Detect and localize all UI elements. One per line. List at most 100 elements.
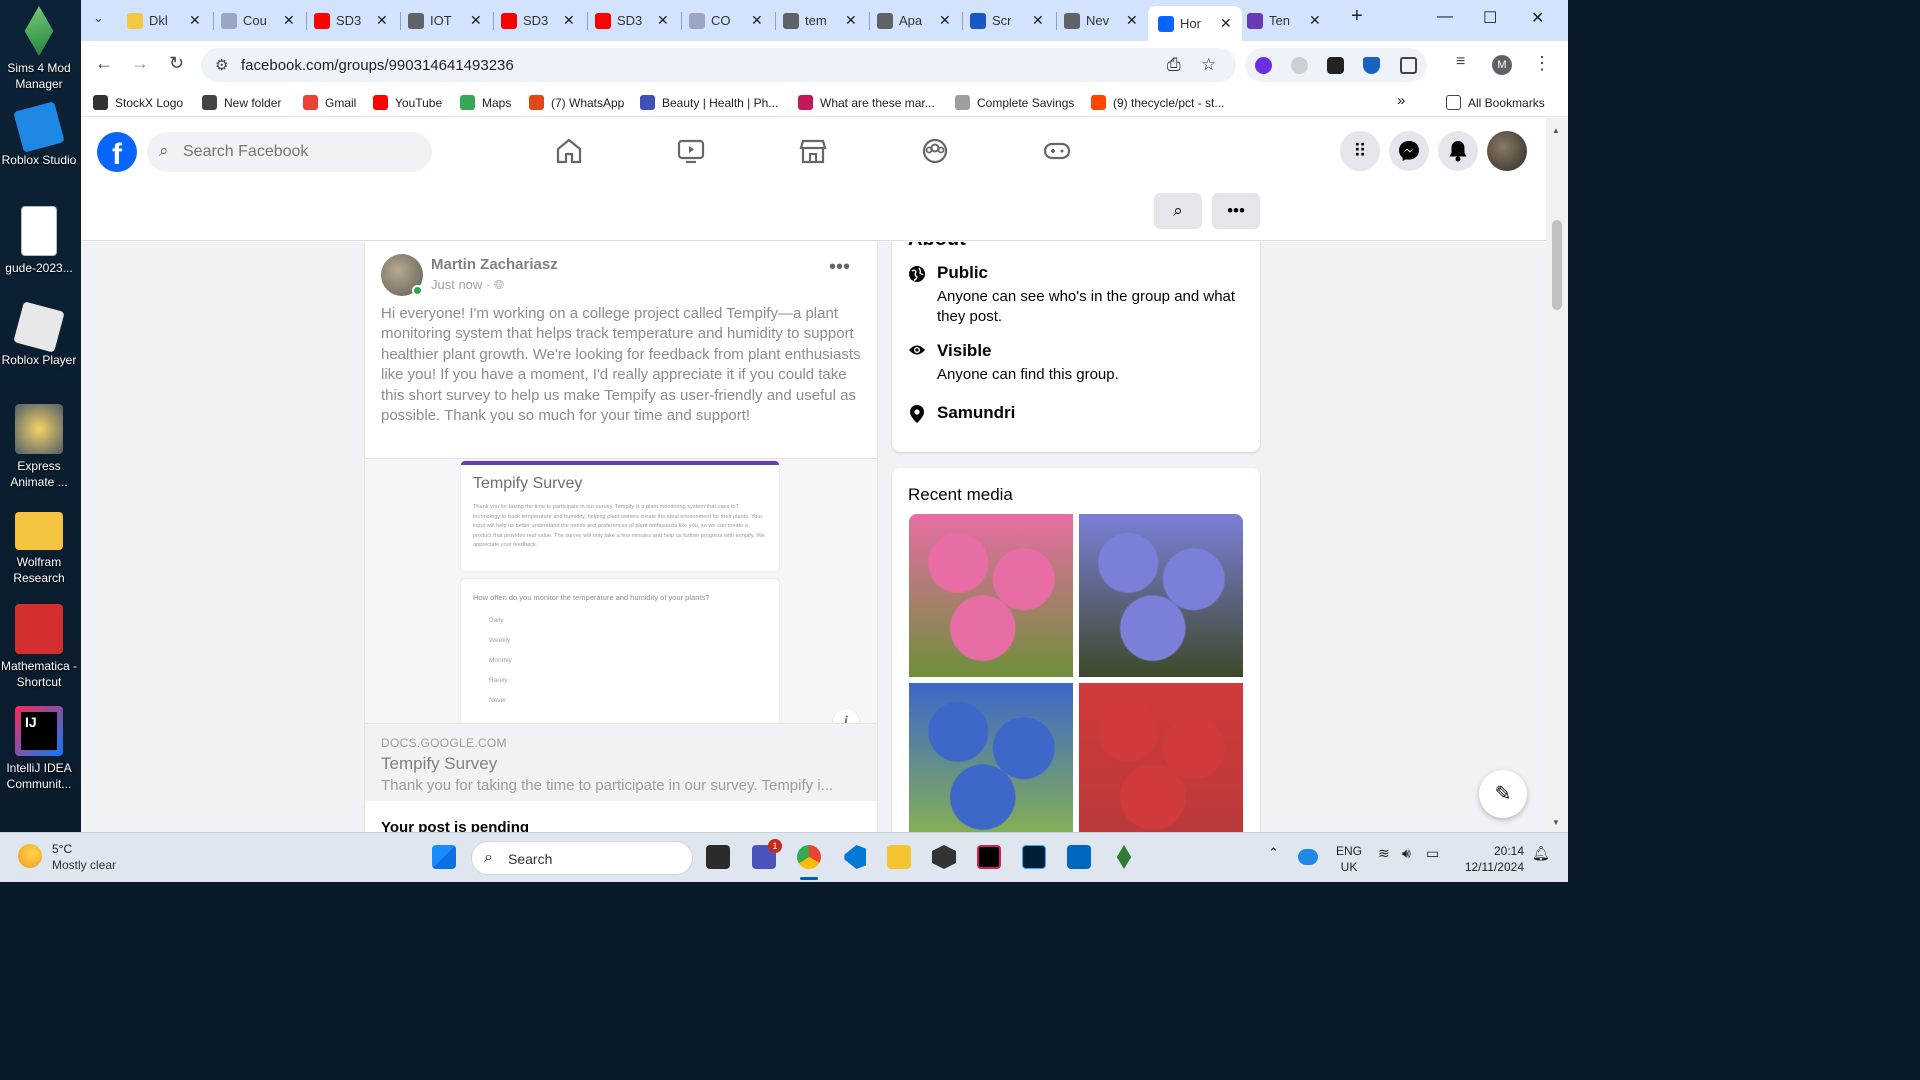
profile-avatar[interactable]: M xyxy=(1492,55,1512,75)
media-image-pink-hydrangeas[interactable] xyxy=(909,514,1073,677)
bookmark-item[interactable]: What are these mar... xyxy=(798,95,935,110)
tab-9[interactable]: Scr ✕ xyxy=(970,8,1044,33)
microsoft-store-icon[interactable] xyxy=(1067,845,1091,869)
extension-grey-icon[interactable] xyxy=(1291,57,1308,74)
bookmark-item[interactable]: (9) thecycle/pct - st... xyxy=(1091,95,1224,110)
page-scrollbar[interactable]: ▲ ▼ xyxy=(1546,118,1568,832)
scroll-down-arrow[interactable]: ▼ xyxy=(1552,818,1560,827)
tab-close-icon[interactable]: ✕ xyxy=(1126,12,1138,29)
all-bookmarks-folder[interactable]: All Bookmarks xyxy=(1446,95,1545,110)
tab-close-icon[interactable]: ✕ xyxy=(376,12,388,29)
tab-close-icon[interactable]: ✕ xyxy=(1032,12,1044,29)
menu-grid-icon[interactable]: ⠿ xyxy=(1340,131,1380,171)
account-avatar[interactable] xyxy=(1487,131,1527,171)
address-bar[interactable]: ⚙ facebook.com/groups/990314641493236 ⎙ … xyxy=(201,48,1236,82)
media-image-red-hydrangeas[interactable] xyxy=(1079,683,1243,832)
desktop-icon-sims-mod-manager[interactable]: Sims 4 Mod Manager xyxy=(0,6,78,92)
tab-4[interactable]: SD3 ✕ xyxy=(501,8,575,33)
bookmark-item[interactable]: Maps xyxy=(460,95,511,110)
bookmark-item[interactable]: Beauty | Health | Ph... xyxy=(640,95,778,110)
bookmark-item[interactable]: StockX Logo xyxy=(93,95,183,110)
windows-start-icon[interactable] xyxy=(432,845,456,869)
messenger-icon[interactable] xyxy=(1389,131,1429,171)
tab-6[interactable]: CO ✕ xyxy=(689,8,763,33)
tab-close-icon[interactable]: ✕ xyxy=(283,12,295,29)
vscode-icon[interactable] xyxy=(844,845,866,869)
tab-7[interactable]: tem ✕ xyxy=(783,8,857,33)
unity-icon[interactable] xyxy=(932,845,956,869)
bookmark-star-icon[interactable]: ☆ xyxy=(1201,55,1216,75)
back-arrow-icon[interactable]: ← xyxy=(95,53,113,74)
desktop-icon-mathematica[interactable]: Mathematica - Shortcut xyxy=(0,604,78,690)
system-clock[interactable]: 20:14 12/11/2024 xyxy=(1462,843,1524,875)
bookmark-item[interactable]: (7) WhatsApp xyxy=(529,95,624,110)
tab-close-icon[interactable]: ✕ xyxy=(470,12,482,29)
desktop-icon-wolfram-research[interactable]: Wolfram Research xyxy=(0,506,78,586)
bookmark-item[interactable]: YouTube xyxy=(373,95,442,110)
language-indicator[interactable]: ENG UK xyxy=(1336,843,1362,875)
link-preview-image[interactable]: Tempify Survey Thank you for taking the … xyxy=(365,458,877,735)
desktop-icon-roblox-studio[interactable]: Roblox Studio xyxy=(0,101,78,168)
group-search-button[interactable]: ⌕ xyxy=(1154,193,1202,229)
chrome-icon[interactable] xyxy=(797,845,821,869)
install-app-icon[interactable]: ⎙ xyxy=(1167,55,1181,75)
post-options-button[interactable]: ••• xyxy=(829,256,850,279)
tab-11[interactable]: Hor ✕ xyxy=(1148,6,1242,41)
file-explorer-icon[interactable] xyxy=(887,845,911,869)
wifi-icon[interactable]: ≋ xyxy=(1378,845,1390,862)
tab-close-icon[interactable]: ✕ xyxy=(1220,15,1232,32)
tab-close-icon[interactable]: ✕ xyxy=(939,12,951,29)
intellij-taskbar-icon[interactable] xyxy=(977,845,1001,869)
gaming-icon[interactable] xyxy=(1043,138,1071,164)
scroll-thumb[interactable] xyxy=(1552,220,1562,310)
tab-close-icon[interactable]: ✕ xyxy=(657,12,669,29)
reload-icon[interactable]: ↻ xyxy=(169,53,184,74)
puzzle-extensions-icon[interactable] xyxy=(1400,57,1417,74)
tab-2[interactable]: SD3 ✕ xyxy=(314,8,388,33)
tab-1[interactable]: Cou ✕ xyxy=(221,8,295,33)
show-hidden-icons-chevron[interactable]: ⌃ xyxy=(1268,845,1279,861)
url-text[interactable]: facebook.com/groups/990314641493236 xyxy=(241,57,514,74)
battery-icon[interactable]: ▭ xyxy=(1426,845,1439,862)
kebab-menu-icon[interactable]: ⋮ xyxy=(1533,53,1551,74)
notification-bell-icon[interactable]: 🔔︎ xyxy=(1532,845,1550,862)
new-tab-button[interactable]: + xyxy=(1351,5,1363,28)
post-author[interactable]: Martin Zachariasz xyxy=(431,256,558,273)
search-input[interactable] xyxy=(183,132,423,172)
tab-close-icon[interactable]: ✕ xyxy=(189,12,201,29)
group-more-button[interactable]: ••• xyxy=(1212,193,1260,229)
tab-5[interactable]: SD3 ✕ xyxy=(595,8,669,33)
bookmark-item[interactable]: New folder xyxy=(202,95,281,110)
notifications-bell-icon[interactable] xyxy=(1438,131,1478,171)
media-image-purple-hydrangeas[interactable] xyxy=(1079,514,1243,677)
tab-close-icon[interactable]: ✕ xyxy=(845,12,857,29)
tab-0[interactable]: Dkl ✕ xyxy=(127,8,201,33)
tab-10[interactable]: Nev ✕ xyxy=(1064,8,1138,33)
photoshop-icon[interactable] xyxy=(1022,845,1046,869)
sims-taskbar-icon[interactable] xyxy=(1116,845,1132,869)
desktop-icon-roblox-player[interactable]: Roblox Player xyxy=(0,301,78,368)
facebook-search[interactable]: ⌕ xyxy=(147,132,432,172)
task-view-icon[interactable] xyxy=(706,845,730,869)
media-controls-icon[interactable]: ≡ xyxy=(1456,53,1465,71)
desktop-icon-intellij[interactable]: IJ IntelliJ IDEA Communit... xyxy=(0,706,78,792)
desktop-icon-express-animate[interactable]: Express Animate ... xyxy=(0,404,78,490)
new-message-compose-button[interactable]: ✎ xyxy=(1479,770,1527,818)
extension-dark-icon[interactable] xyxy=(1327,57,1344,74)
media-image-blue-hydrangeas[interactable] xyxy=(909,683,1073,832)
marketplace-icon[interactable] xyxy=(799,138,827,164)
home-icon[interactable] xyxy=(555,138,583,164)
onedrive-icon[interactable] xyxy=(1298,849,1318,865)
more-bookmarks-chevron[interactable]: » xyxy=(1397,92,1405,109)
shield-icon[interactable] xyxy=(1363,57,1380,74)
tab-3[interactable]: IOT ✕ xyxy=(408,8,482,33)
tab-close-icon[interactable]: ✕ xyxy=(563,12,575,29)
scroll-up-arrow[interactable]: ▲ xyxy=(1552,126,1560,135)
groups-icon[interactable] xyxy=(921,138,949,164)
teams-icon[interactable]: 1 xyxy=(752,839,782,869)
tab-search-chevron-icon[interactable]: ⌄ xyxy=(93,10,104,26)
video-icon[interactable] xyxy=(677,138,705,164)
close-window-button[interactable]: ✕ xyxy=(1531,8,1544,28)
author-avatar[interactable] xyxy=(381,254,423,296)
tab-12[interactable]: Ten ✕ xyxy=(1247,8,1321,33)
